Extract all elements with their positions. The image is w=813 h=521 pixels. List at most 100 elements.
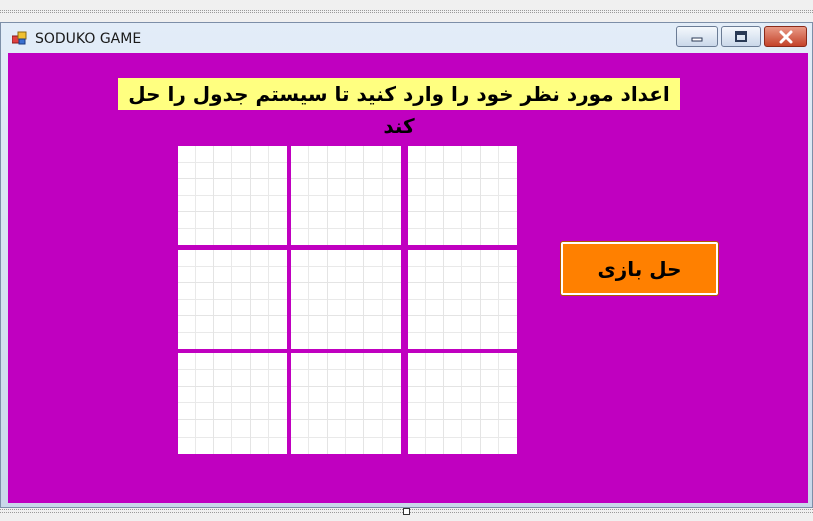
sudoku-cell[interactable] xyxy=(214,212,251,245)
main-window: SODUKO GAME اعداد مورد نظر خود را وارد ک… xyxy=(0,22,813,508)
sudoku-cell[interactable] xyxy=(214,353,251,387)
sudoku-cell[interactable] xyxy=(178,386,215,421)
sudoku-cell[interactable] xyxy=(480,283,517,316)
solve-game-button[interactable]: حل بازی xyxy=(561,242,718,295)
sudoku-cell[interactable] xyxy=(327,386,365,421)
sudoku-cell[interactable] xyxy=(408,212,445,245)
sudoku-cell[interactable] xyxy=(291,283,328,316)
sudoku-cell[interactable] xyxy=(364,420,401,454)
sudoku-cell[interactable] xyxy=(480,353,517,387)
form-icon xyxy=(12,31,27,45)
sudoku-cell[interactable] xyxy=(364,283,401,316)
title-bar[interactable]: SODUKO GAME xyxy=(1,23,812,53)
sudoku-box xyxy=(408,353,517,454)
sudoku-cell[interactable] xyxy=(250,316,287,349)
window-title: SODUKO GAME xyxy=(35,31,142,47)
sudoku-cell[interactable] xyxy=(480,386,517,421)
sudoku-cell[interactable] xyxy=(408,179,445,212)
sudoku-cell[interactable] xyxy=(250,250,287,283)
sudoku-cell[interactable] xyxy=(364,316,401,349)
sudoku-box xyxy=(178,146,287,245)
sudoku-cell[interactable] xyxy=(178,420,215,454)
maximize-button[interactable] xyxy=(721,26,761,47)
sudoku-cell[interactable] xyxy=(250,283,287,316)
sudoku-cell[interactable] xyxy=(250,420,287,454)
sudoku-cell[interactable] xyxy=(480,179,517,212)
sudoku-cell[interactable] xyxy=(327,250,365,283)
sudoku-cell[interactable] xyxy=(327,353,365,387)
sudoku-cell[interactable] xyxy=(250,212,287,245)
sudoku-cell[interactable] xyxy=(291,386,328,421)
sudoku-cell[interactable] xyxy=(444,250,481,283)
sudoku-cell[interactable] xyxy=(480,420,517,454)
sudoku-cell[interactable] xyxy=(408,146,445,179)
sudoku-cell[interactable] xyxy=(444,212,481,245)
sudoku-cell[interactable] xyxy=(214,316,251,349)
sudoku-cell[interactable] xyxy=(327,316,365,349)
sudoku-cell[interactable] xyxy=(250,353,287,387)
sudoku-cell[interactable] xyxy=(327,212,365,245)
sudoku-cell[interactable] xyxy=(214,420,251,454)
sudoku-cell[interactable] xyxy=(444,179,481,212)
sudoku-cell[interactable] xyxy=(480,212,517,245)
sudoku-cell[interactable] xyxy=(480,250,517,283)
sudoku-cell[interactable] xyxy=(178,212,215,245)
sudoku-box xyxy=(178,250,287,349)
sudoku-cell[interactable] xyxy=(364,353,401,387)
sudoku-cell[interactable] xyxy=(214,283,251,316)
sudoku-cell[interactable] xyxy=(214,179,251,212)
sudoku-cell[interactable] xyxy=(291,316,328,349)
sudoku-cell[interactable] xyxy=(327,283,365,316)
sudoku-cell[interactable] xyxy=(480,316,517,349)
sudoku-cell[interactable] xyxy=(291,250,328,283)
sudoku-cell[interactable] xyxy=(214,386,251,421)
sudoku-cell[interactable] xyxy=(444,420,481,454)
sudoku-cell[interactable] xyxy=(291,179,328,212)
sudoku-cell[interactable] xyxy=(364,212,401,245)
sudoku-cell[interactable] xyxy=(291,420,328,454)
sudoku-cell[interactable] xyxy=(327,179,365,212)
sudoku-box xyxy=(291,353,401,454)
close-button[interactable] xyxy=(764,26,807,47)
sudoku-cell[interactable] xyxy=(444,386,481,421)
minimize-button[interactable] xyxy=(676,26,718,47)
sudoku-cell[interactable] xyxy=(250,386,287,421)
sudoku-cell[interactable] xyxy=(291,212,328,245)
sudoku-grid xyxy=(178,146,518,454)
form-client-area: اعداد مورد نظر خود را وارد کنید تا سیستم… xyxy=(8,53,808,503)
resize-handle[interactable] xyxy=(403,508,410,515)
sudoku-cell[interactable] xyxy=(250,179,287,212)
sudoku-cell[interactable] xyxy=(178,283,215,316)
sudoku-cell[interactable] xyxy=(408,420,445,454)
sudoku-cell[interactable] xyxy=(214,250,251,283)
sudoku-cell[interactable] xyxy=(291,146,328,179)
sudoku-cell[interactable] xyxy=(364,386,401,421)
sudoku-box xyxy=(408,250,517,349)
sudoku-cell[interactable] xyxy=(408,353,445,387)
sudoku-cell[interactable] xyxy=(364,179,401,212)
sudoku-cell[interactable] xyxy=(408,283,445,316)
sudoku-cell[interactable] xyxy=(178,250,215,283)
sudoku-cell[interactable] xyxy=(444,353,481,387)
sudoku-cell[interactable] xyxy=(178,146,215,179)
sudoku-cell[interactable] xyxy=(250,146,287,179)
sudoku-cell[interactable] xyxy=(444,146,481,179)
sudoku-cell[interactable] xyxy=(480,146,517,179)
sudoku-cell[interactable] xyxy=(408,316,445,349)
sudoku-cell[interactable] xyxy=(327,146,365,179)
sudoku-cell[interactable] xyxy=(408,250,445,283)
sudoku-cell[interactable] xyxy=(178,179,215,212)
sudoku-box xyxy=(291,146,401,245)
sudoku-cell[interactable] xyxy=(364,250,401,283)
sudoku-cell[interactable] xyxy=(327,420,365,454)
sudoku-cell[interactable] xyxy=(364,146,401,179)
minimize-icon xyxy=(691,37,703,41)
sudoku-cell[interactable] xyxy=(444,316,481,349)
sudoku-cell[interactable] xyxy=(444,283,481,316)
sudoku-cell[interactable] xyxy=(214,146,251,179)
sudoku-cell[interactable] xyxy=(408,386,445,421)
sudoku-cell[interactable] xyxy=(178,353,215,387)
sudoku-cell[interactable] xyxy=(178,316,215,349)
sudoku-box xyxy=(178,353,287,454)
sudoku-cell[interactable] xyxy=(291,353,328,387)
